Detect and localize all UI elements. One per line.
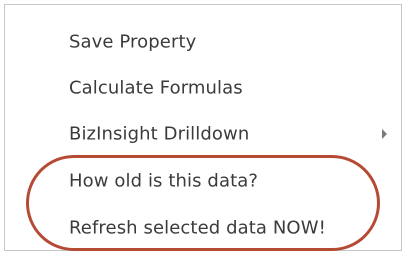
menu-item-refresh-selected-data[interactable]: Refresh selected data NOW! (5, 208, 401, 248)
menu-item-save-property[interactable]: Save Property (5, 22, 401, 62)
menu-item-how-old-is-this-data[interactable]: How old is this data? (5, 161, 401, 201)
menu-item-bizinsight-drilldown[interactable]: BizInsight Drilldown (5, 114, 401, 154)
context-menu: Save Property Calculate Formulas BizInsi… (4, 4, 402, 251)
menu-item-label: Refresh selected data NOW! (69, 217, 326, 239)
menu-item-calculate-formulas[interactable]: Calculate Formulas (5, 68, 401, 108)
menu-item-label: Calculate Formulas (69, 77, 243, 99)
chevron-right-icon (382, 129, 387, 139)
menu-item-label: BizInsight Drilldown (69, 123, 250, 145)
menu-item-label: How old is this data? (69, 170, 259, 192)
menu-item-label: Save Property (69, 31, 197, 53)
